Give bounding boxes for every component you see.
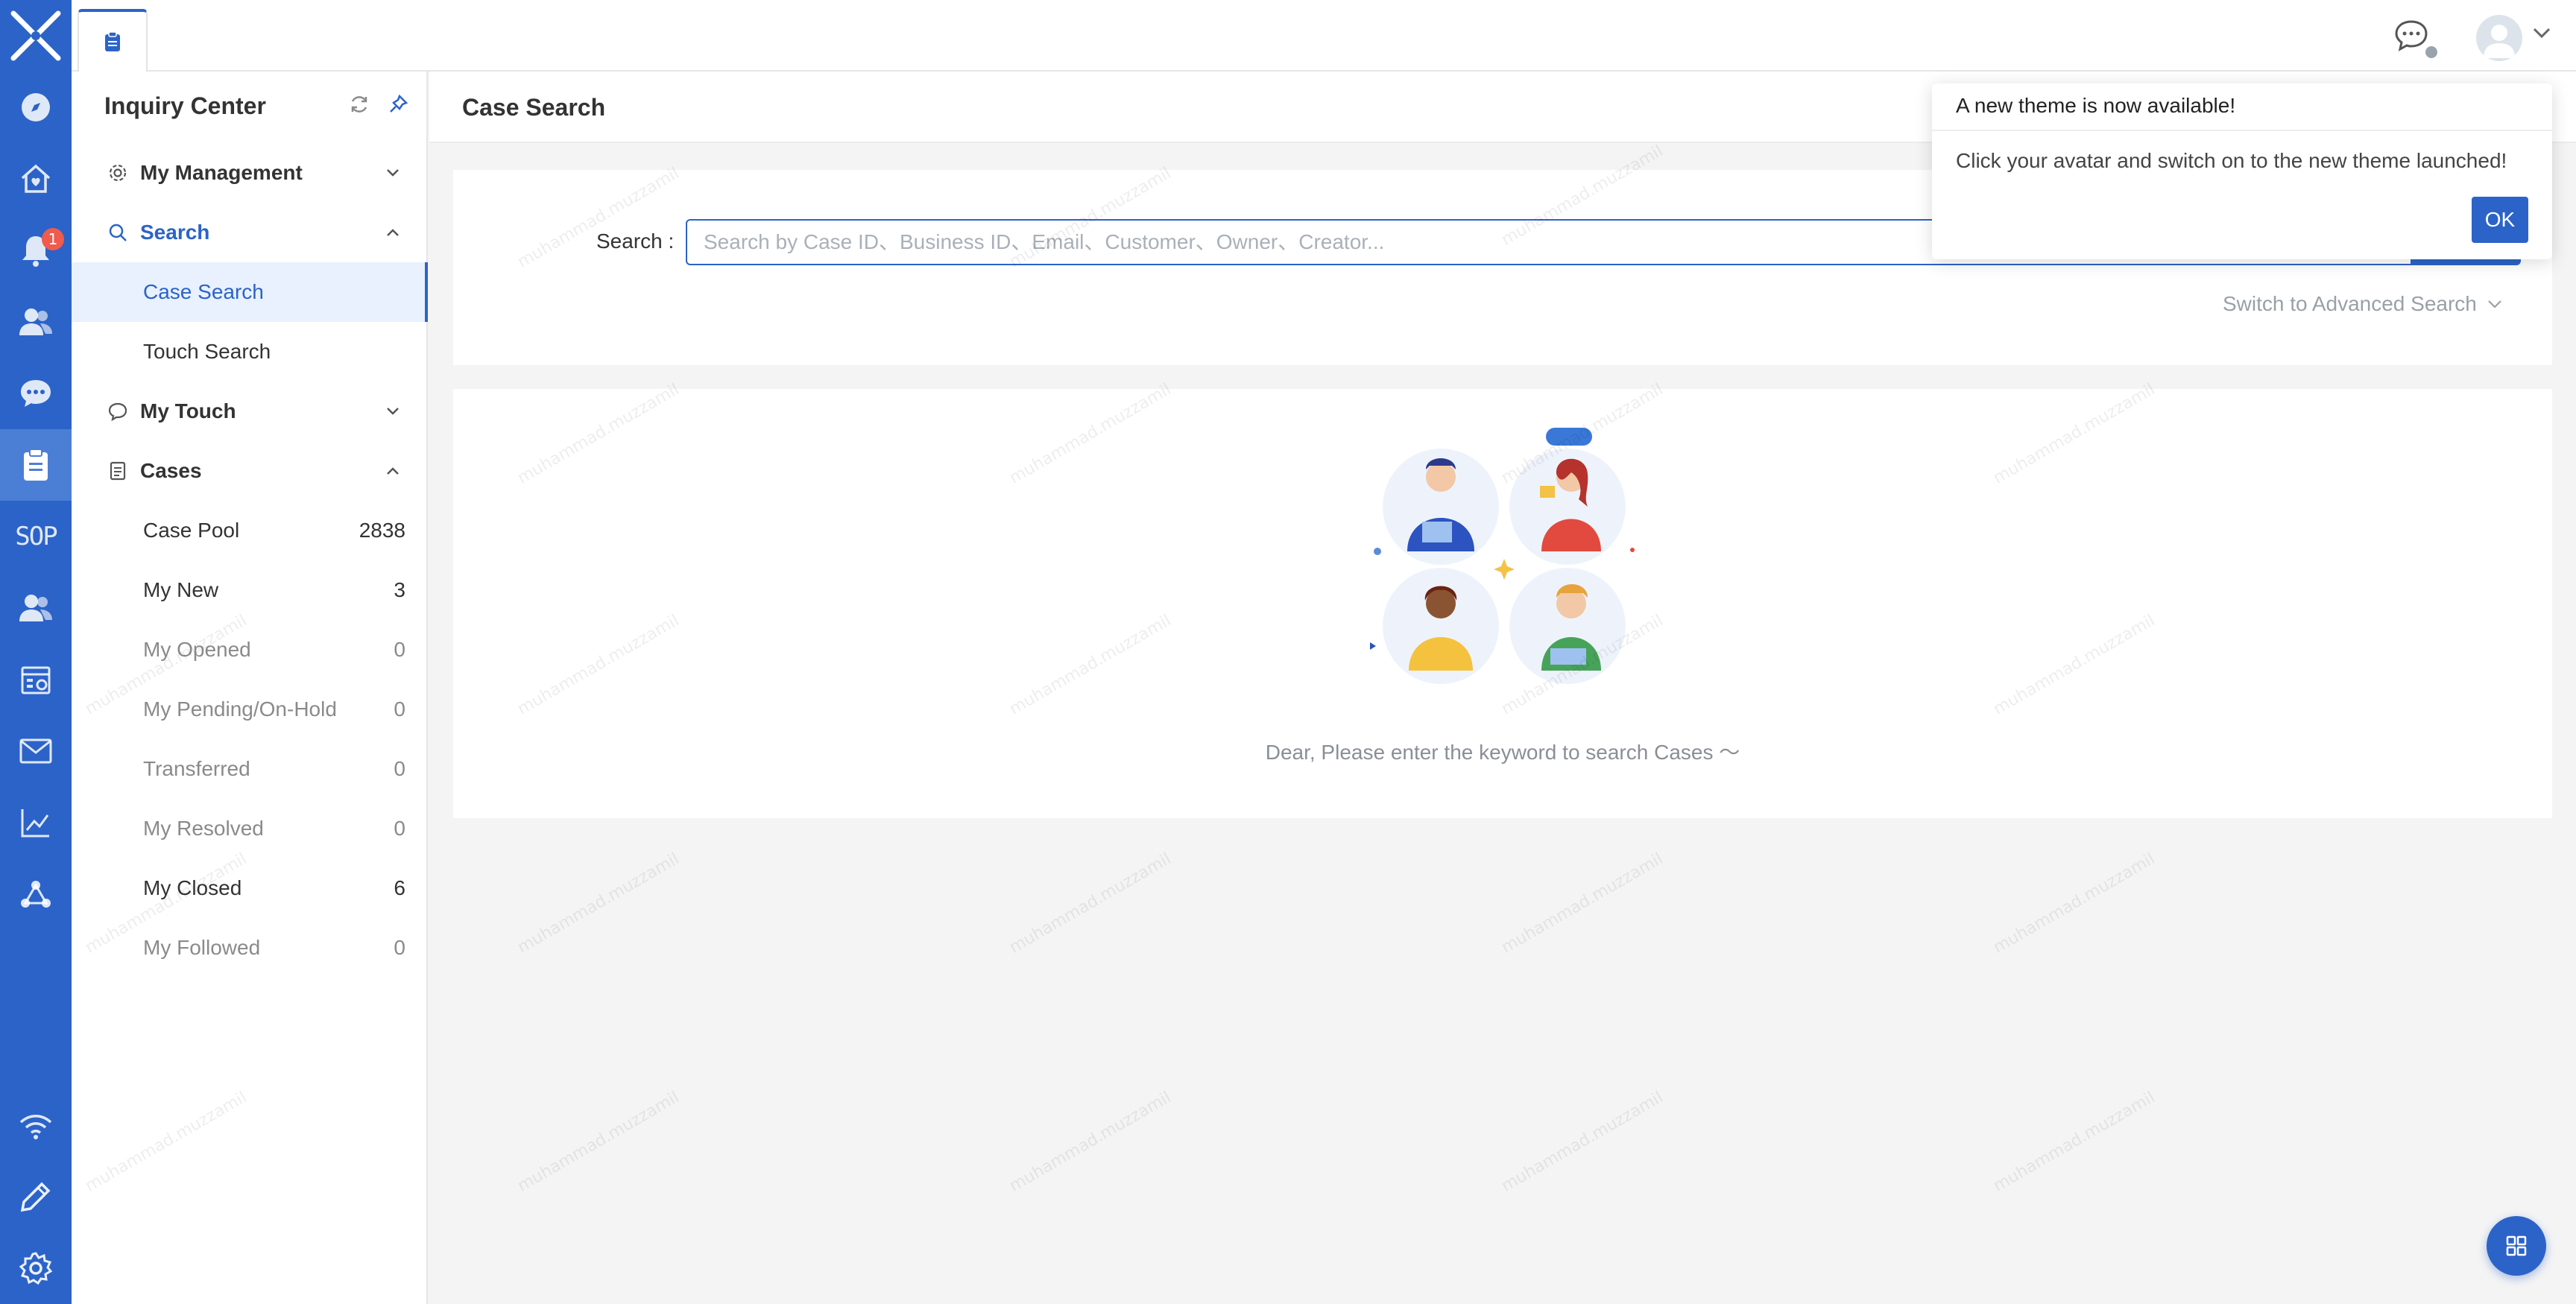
results-card: Dear, Please enter the keyword to search… — [453, 389, 2552, 818]
document-icon — [110, 461, 126, 481]
status-dot — [2425, 46, 2437, 58]
chat-bubble-icon — [108, 402, 127, 422]
watermark: muhammad.muzzamil — [1498, 1088, 1667, 1196]
nav-users-icon[interactable] — [0, 572, 72, 644]
sidebar-item-my-new[interactable]: My New 3 — [72, 560, 428, 620]
sidebar-item-case-search[interactable]: Case Search — [72, 262, 428, 322]
sidebar-item-my-pending[interactable]: My Pending/On-Hold 0 — [72, 680, 428, 739]
watermark: muhammad.muzzamil — [1006, 1088, 1175, 1196]
nav-chat-icon[interactable] — [0, 358, 72, 429]
grid-icon — [2506, 1235, 2527, 1256]
watermark: muhammad.muzzamil — [1006, 849, 1175, 958]
sidebar: Inquiry Center My Management Search Case… — [72, 72, 428, 1304]
nav-network-icon[interactable] — [0, 858, 72, 930]
count-badge: 0 — [394, 638, 405, 661]
top-header — [72, 0, 2576, 72]
sidebar-item-touch-search[interactable]: Touch Search — [72, 322, 428, 382]
count-badge: 0 — [394, 697, 405, 721]
nav-edit-icon[interactable] — [0, 1161, 72, 1232]
sidebar-item-case-pool[interactable]: Case Pool 2838 — [72, 501, 428, 560]
watermark: muhammad.muzzamil — [1990, 1088, 2159, 1196]
nav-settings-icon[interactable] — [0, 1232, 72, 1304]
sidebar-item-my-followed[interactable]: My Followed 0 — [72, 918, 428, 978]
empty-state-message: Dear, Please enter the keyword to search… — [1265, 741, 1740, 764]
theme-notification-popup: A new theme is now available! Click your… — [1932, 83, 2552, 259]
tab-cases[interactable] — [78, 9, 148, 72]
nav-sop-icon[interactable]: SOP — [0, 501, 72, 572]
pin-icon[interactable] — [388, 94, 408, 118]
nav-schedule-icon[interactable] — [0, 644, 72, 715]
nav-notifications-icon[interactable]: 1 — [0, 215, 72, 286]
nav-wifi-icon[interactable] — [0, 1091, 72, 1162]
apps-grid-button[interactable] — [2487, 1216, 2546, 1276]
page-title: Case Search — [462, 94, 606, 121]
nav-contacts-icon[interactable] — [0, 286, 72, 358]
nav-analytics-icon[interactable] — [0, 787, 72, 858]
count-badge: 0 — [394, 817, 405, 840]
advanced-search-toggle[interactable]: Switch to Advanced Search — [2223, 292, 2504, 316]
watermark: muhammad.muzzamil — [514, 1088, 683, 1196]
nav-home-icon[interactable] — [0, 143, 72, 215]
watermark: muhammad.muzzamil — [514, 849, 683, 958]
chevron-down-icon — [2488, 300, 2501, 308]
nav-compass-icon[interactable] — [0, 72, 72, 143]
chevron-down-icon — [387, 408, 399, 415]
chevron-up-icon — [387, 467, 399, 475]
menu-group-my-management[interactable]: My Management — [72, 143, 428, 203]
sidebar-item-transferred[interactable]: Transferred 0 — [72, 739, 428, 799]
menu-group-my-touch[interactable]: My Touch — [72, 382, 428, 441]
search-icon — [109, 224, 127, 241]
count-badge: 6 — [394, 876, 405, 899]
watermark: muhammad.muzzamil — [1498, 849, 1667, 958]
refresh-icon[interactable] — [349, 94, 370, 118]
clipboard-icon — [105, 31, 120, 51]
divider — [1932, 130, 2552, 131]
count-badge: 0 — [394, 936, 405, 959]
popup-body: Click your avatar and switch on to the n… — [1956, 149, 2507, 172]
app-logo[interactable] — [0, 0, 72, 72]
sidebar-title: Inquiry Center — [104, 92, 266, 119]
sidebar-item-my-resolved[interactable]: My Resolved 0 — [72, 799, 428, 858]
count-badge: 0 — [394, 757, 405, 780]
search-label: Search : — [596, 230, 675, 253]
empty-state-illustration — [1370, 428, 1635, 684]
ok-button[interactable]: OK — [2472, 197, 2528, 243]
gear-icon — [109, 164, 127, 182]
nav-mail-icon[interactable] — [0, 715, 72, 787]
menu-group-search[interactable]: Search — [72, 203, 428, 262]
avatar[interactable] — [2476, 15, 2522, 61]
notifications-badge: 1 — [42, 228, 64, 250]
sidebar-item-my-opened[interactable]: My Opened 0 — [72, 620, 428, 680]
sidebar-item-my-closed[interactable]: My Closed 6 — [72, 858, 428, 918]
nav-cases-icon[interactable] — [0, 429, 72, 501]
chevron-down-icon[interactable] — [2531, 25, 2552, 44]
count-badge: 2838 — [359, 519, 405, 542]
watermark: muhammad.muzzamil — [1990, 849, 2159, 958]
chevron-up-icon — [387, 229, 399, 236]
menu-group-cases[interactable]: Cases — [72, 441, 428, 501]
count-badge: 3 — [394, 578, 405, 601]
popup-title: A new theme is now available! — [1956, 94, 2236, 117]
left-rail: 1 SOP — [0, 0, 72, 1304]
chevron-down-icon — [387, 169, 399, 177]
